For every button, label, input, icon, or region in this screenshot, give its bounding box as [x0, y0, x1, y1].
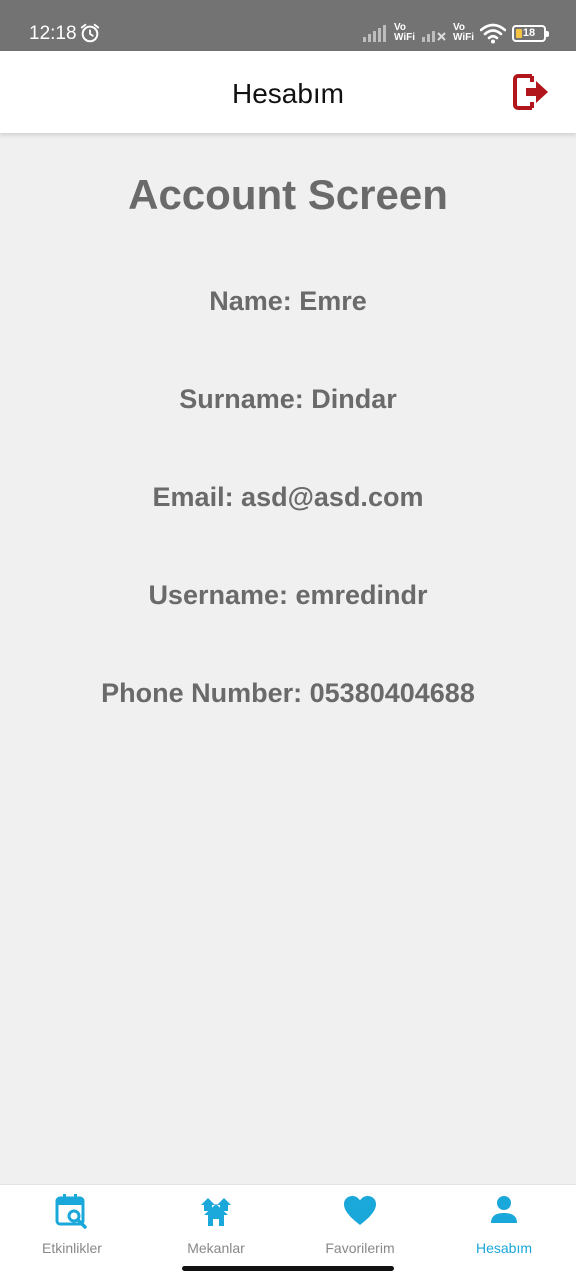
person-icon [491, 1196, 517, 1223]
nav-label-hesabim: Hesabım [475, 1240, 533, 1256]
status-indicators: Vo WiFi Vo WiFi 18 [362, 19, 549, 47]
heart-icon [344, 1196, 376, 1225]
nav-item-hesabim[interactable]: Hesabım [432, 1185, 576, 1280]
wifi-icon [480, 23, 506, 44]
battery-icon: 18 [512, 24, 549, 42]
vowifi-bottom: WiFi [393, 32, 415, 43]
surname-text: Surname: Dindar [179, 384, 397, 414]
account-heading: Account Screen [128, 171, 448, 218]
alarm-icon [80, 23, 100, 43]
email-text: Email: asd@asd.com [152, 482, 424, 512]
vowifi-indicator: Vo WiFi [394, 23, 415, 43]
vowifi-bottom-2: WiFi [452, 32, 474, 43]
vowifi-indicator-2: Vo WiFi [453, 23, 474, 43]
nav-item-etkinlikler[interactable]: Etkinlikler [0, 1185, 144, 1280]
logout-icon[interactable] [512, 72, 550, 112]
nav-label-favorilerim: Favorilerim [325, 1240, 395, 1256]
username-text: Username: emredindr [148, 580, 428, 610]
name-text: Name: Emre [209, 286, 367, 316]
signal-icon-2 [421, 31, 446, 42]
signal-icon [362, 25, 386, 42]
status-bar: 12:18 Vo WiFi Vo WiFi 18 [0, 0, 576, 51]
phone-text: Phone Number: 05380404688 [101, 678, 475, 708]
calendar-search-icon [55, 1194, 87, 1229]
nav-label-mekanlar: Mekanlar [187, 1240, 245, 1256]
nav-label-etkinlikler: Etkinlikler [42, 1240, 102, 1256]
app-bar: Hesabım [0, 51, 576, 133]
page-title: Hesabım [231, 78, 345, 109]
home-indicator[interactable] [182, 1266, 394, 1271]
battery-fill [516, 28, 522, 38]
status-time: 12:18 [29, 23, 77, 44]
battery-level: 18 [522, 26, 536, 39]
houses-icon [201, 1198, 231, 1226]
